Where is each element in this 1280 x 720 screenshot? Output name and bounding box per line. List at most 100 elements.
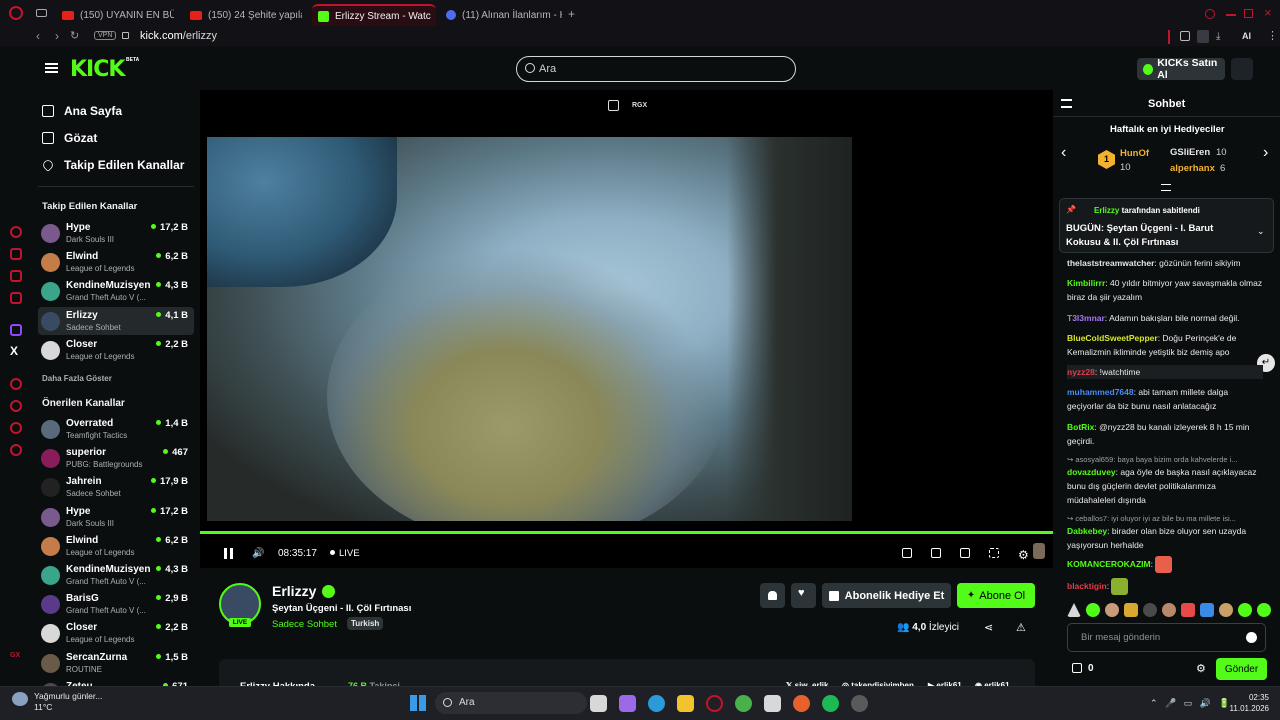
emote-icon[interactable] [1181,603,1195,617]
chat-username[interactable]: nyzz28 [1067,367,1095,377]
sidebar-channel-item[interactable]: Closer League of Legends 2,2 B [38,619,194,647]
copilot-icon[interactable] [619,695,636,712]
sidebar-channel-item[interactable]: SercanZurna ROUTINE 1,5 B [38,649,194,677]
sidebar-channel-item[interactable]: Erlizzy Sadece Sohbet 4,1 B [38,306,194,335]
back-icon[interactable]: ‹ [36,29,40,43]
chat-username[interactable]: T3l3mnar [1067,313,1105,323]
overlay-label[interactable]: RGX [632,102,647,109]
wallet-icon[interactable] [10,248,22,260]
chat-username[interactable]: Kimbilirrr [1067,278,1105,288]
opera-logo-icon[interactable] [9,6,23,20]
live-indicator[interactable]: LIVE [330,548,360,559]
chat-username[interactable]: Dabkebey [1067,526,1107,536]
buy-kicks-button[interactable]: KICKs Satın Al [1137,57,1225,81]
notification-bell-button[interactable] [760,583,785,608]
sidebar-channel-item[interactable]: BarisG Grand Theft Auto V (... 2,9 B [38,590,194,618]
popout-icon[interactable] [608,100,619,111]
chat-message[interactable]: BotRix: @nyzz28 bu kanalı izleyerek 8 h … [1067,420,1263,448]
instagram-icon[interactable] [10,270,22,282]
tab-search-icon[interactable] [36,9,47,17]
minimize-icon[interactable] [1226,14,1236,16]
chat-message[interactable]: nyzz28: !watchtime [1067,365,1263,379]
user-menu-button[interactable] [1231,58,1253,80]
chat-message[interactable]: thelaststreamwatcher: gözünün ferini sik… [1067,256,1263,270]
gifters-expand-icon[interactable] [1161,184,1171,191]
vpn-badge[interactable]: VPN [94,31,117,40]
stream-category[interactable]: Sadece Sohbet [272,619,337,630]
emote-icon[interactable] [1105,603,1119,617]
ai-label[interactable]: AI [1242,31,1251,41]
search-input[interactable] [539,60,779,78]
tray-icons[interactable]: ⌃ 🎤 ▭ 🔊 🔋 [1150,698,1230,709]
chat-username[interactable]: BlueColdSweetPepper [1067,333,1158,343]
sidebar-channel-item[interactable]: Overrated Teamfight Tactics 1,4 B [38,415,194,443]
explorer-icon[interactable] [677,695,694,712]
player-icon[interactable] [10,378,22,390]
twitch-icon[interactable] [10,324,22,336]
emote-icon[interactable] [1238,603,1252,617]
task-view-icon[interactable] [590,695,607,712]
gift-sub-button[interactable]: Abonelik Hediye Et [822,583,951,608]
store-icon[interactable] [764,695,781,712]
video-frame[interactable] [207,137,852,521]
chat-message[interactable]: blacktigin: [1067,578,1263,595]
opera-gx-icon[interactable] [706,695,723,712]
sidebar-channel-item[interactable]: Zeteu671 [38,678,194,686]
weather-icon[interactable] [12,692,28,706]
chat-username[interactable]: muhammed7648 [1067,387,1134,397]
chat-username[interactable]: thelaststreamwatcher [1067,258,1154,268]
chat-reply-context[interactable]: ↪ ceballos7: iyi oluyor iyi az bile bu m… [1067,512,1263,524]
report-icon[interactable]: ⚠ [1016,621,1026,634]
start-icon[interactable] [410,695,426,711]
gx-icon[interactable]: GX [10,652,20,659]
reload-icon[interactable]: ↻ [70,29,79,42]
emote-icon[interactable] [1219,603,1233,617]
chat-username[interactable]: BotRix [1067,422,1094,432]
gifter-name[interactable]: HunOf [1120,148,1149,159]
edge-icon[interactable] [648,695,665,712]
next-arrow-icon[interactable]: › [1263,144,1268,162]
sidebar-channel-item[interactable]: Hype Dark Souls III 17,2 B [38,219,194,247]
chat-message[interactable]: Kimbilirrr: 40 yıldır bitmiyor yaw savaş… [1067,276,1263,304]
chat-username[interactable]: dovazduvey [1067,467,1116,477]
pin-expand-icon[interactable]: ⌄ [1257,226,1265,237]
chat-username[interactable]: KOMANCEROKAZIM [1067,559,1151,569]
clock[interactable]: 02:35 11.01.2026 [1225,692,1269,714]
sidebar-channel-item[interactable]: superior PUBG: Battlegrounds 467 [38,444,194,472]
kick-logo[interactable]: KICK [70,57,125,82]
follow-button[interactable]: ♥ [791,583,816,608]
mail-icon[interactable] [10,292,22,304]
emote-icon[interactable] [1124,603,1138,617]
chat-input[interactable] [1081,630,1241,645]
sidebar-channel-item[interactable]: KendineMuzisyen Grand Theft Auto V (... 4,… [38,561,194,589]
weather-widget[interactable]: Yağmurlu günler... 11°C [34,691,102,713]
sidebar-channel-item[interactable]: Jahrein Sadece Sohbet 17,9 B [38,473,194,501]
sidebar-channel-item[interactable]: KendineMuzisyen Grand Theft Auto V (... 4,… [38,277,194,305]
volume-icon[interactable]: 🔊 [252,548,264,559]
puzzle-icon[interactable] [1180,31,1190,41]
chat-message[interactable]: BlueColdSweetPepper: Doğu Perinçek'e de … [1067,331,1263,359]
prev-arrow-icon[interactable]: ‹ [1061,144,1066,162]
chat-message[interactable]: muhammed7648: abi tamam millete dalga ge… [1067,385,1263,413]
sidebar-channel-item[interactable]: Hype Dark Souls III 17,2 B [38,503,194,531]
url-field[interactable]: kick.com/erlizzy [140,30,217,42]
show-more-link[interactable]: Daha Fazla Göster [42,374,112,383]
new-tab-icon[interactable]: + [568,7,575,21]
chrome-icon[interactable] [735,695,752,712]
gear-icon[interactable]: ⚙ [1018,548,1029,562]
close-icon[interactable]: × [1264,5,1272,20]
share-icon[interactable]: ⋖ [984,621,993,634]
nav-browse[interactable]: Gözat [42,131,97,145]
send-button[interactable]: Gönder [1216,658,1267,680]
gifter-name[interactable]: GSliEren [1170,147,1210,158]
app-icon[interactable] [851,695,868,712]
gifter-name[interactable]: alperhanx [1170,163,1215,174]
search-box[interactable] [516,56,796,82]
history-icon[interactable] [10,400,22,412]
points-icon[interactable] [1072,663,1082,673]
miniplayer-icon[interactable] [960,548,970,558]
menu-icon[interactable]: ⋮ [1267,29,1278,42]
taskbar-search[interactable]: Ara [435,692,587,714]
forward-icon[interactable]: › [55,29,59,43]
chat-settings-icon[interactable]: ⚙ [1196,662,1206,675]
